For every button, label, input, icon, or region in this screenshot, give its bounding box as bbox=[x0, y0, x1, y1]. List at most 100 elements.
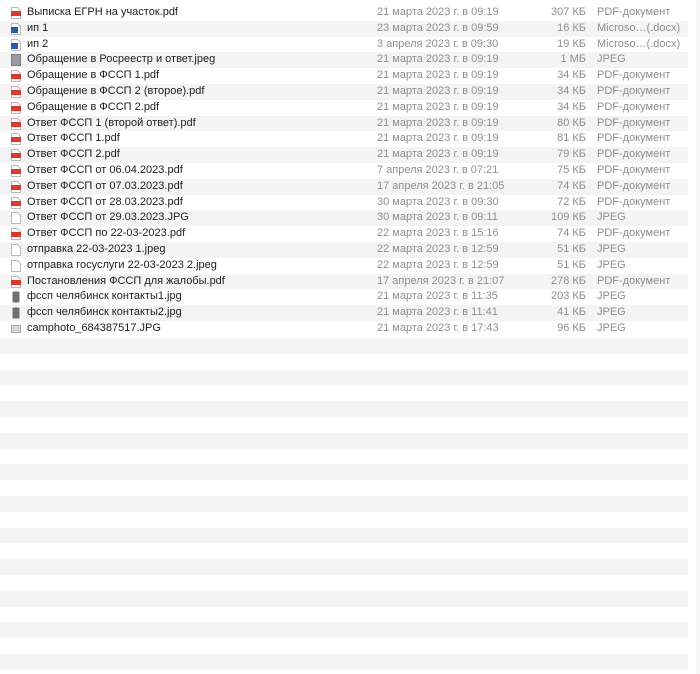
scrollbar[interactable] bbox=[696, 0, 700, 674]
file-kind: PDF-документ bbox=[597, 274, 671, 287]
file-kind: JPEG bbox=[597, 258, 626, 271]
file-date-modified: 21 марта 2023 г. в 09:19 bbox=[377, 148, 499, 161]
file-size: 34 КБ bbox=[557, 84, 586, 97]
file-row[interactable]: Обращение в ФССП 2.pdf 21 марта 2023 г. в… bbox=[0, 100, 688, 116]
file-kind: PDF-документ bbox=[597, 195, 671, 208]
file-row[interactable]: Ответ ФССП от 29.03.2023.JPG 30 марта 202… bbox=[0, 210, 688, 227]
file-row[interactable]: Обращение в ФССП 2 (второе).pdf 21 марта … bbox=[0, 83, 688, 100]
file-name: Постановления ФССП для жалобы.pdf bbox=[27, 274, 225, 287]
file-list: Выписка ЕГРН на участок.pdf 21 марта 2023… bbox=[0, 5, 688, 337]
file-size: 79 КБ bbox=[557, 148, 586, 161]
file-date-modified: 7 апреля 2023 г. в 07:21 bbox=[377, 163, 499, 176]
empty-row bbox=[0, 495, 688, 512]
pdf-icon bbox=[11, 228, 21, 241]
file-name: ип 1 bbox=[27, 21, 49, 34]
file-kind: PDF-документ bbox=[597, 227, 671, 240]
file-kind: JPEG bbox=[597, 242, 626, 255]
file-kind: PDF-документ bbox=[597, 6, 671, 18]
file-size: 16 КБ bbox=[557, 21, 586, 34]
empty-row bbox=[0, 607, 688, 623]
file-size: 203 КБ bbox=[550, 290, 586, 303]
empty-row bbox=[0, 354, 688, 370]
file-size: 80 КБ bbox=[557, 116, 586, 129]
file-name: Ответ ФССП от 29.03.2023.JPG bbox=[27, 211, 189, 224]
file-date-modified: 21 марта 2023 г. в 17:43 bbox=[377, 321, 499, 334]
file-name: отправка госуслуги 22-03-2023 2.jpeg bbox=[27, 258, 217, 271]
file-row[interactable]: Выписка ЕГРН на участок.pdf 21 марта 2023… bbox=[0, 5, 688, 21]
file-size: 307 КБ bbox=[550, 6, 586, 18]
file-date-modified: 21 марта 2023 г. в 09:19 bbox=[377, 100, 499, 113]
file-date-modified: 21 марта 2023 г. в 09:19 bbox=[377, 6, 499, 18]
file-row[interactable]: ип 2 3 апреля 2023 г. в 09:30 19 КБ Microso… bbox=[0, 37, 688, 53]
file-row[interactable]: фссп челябинск контакты2.jpg 21 марта 202… bbox=[0, 305, 688, 321]
file-size: 34 КБ bbox=[557, 100, 586, 113]
file-row[interactable]: Ответ ФССП по 22-03-2023.pdf 22 марта 202… bbox=[0, 226, 688, 242]
file-row[interactable]: Обращение в Росреестр и ответ.jpeg 21 мар… bbox=[0, 52, 688, 69]
file-date-modified: 21 марта 2023 г. в 09:19 bbox=[377, 53, 499, 66]
file-row[interactable]: Постановления ФССП для жалобы.pdf 17 апре… bbox=[0, 273, 688, 290]
file-row[interactable]: отправка 22-03-2023 1.jpeg 22 марта 2023 … bbox=[0, 241, 688, 258]
doc-blank-icon bbox=[11, 243, 21, 256]
file-date-modified: 23 марта 2023 г. в 09:59 bbox=[377, 21, 499, 34]
file-row[interactable]: Ответ ФССП от 07.03.2023.pdf 17 апреля 20… bbox=[0, 178, 688, 195]
file-kind: JPEG bbox=[597, 290, 626, 303]
file-kind: PDF-документ bbox=[597, 148, 671, 161]
file-size: 109 КБ bbox=[550, 211, 586, 224]
file-date-modified: 21 марта 2023 г. в 11:41 bbox=[377, 306, 498, 319]
empty-row bbox=[0, 653, 688, 670]
file-size: 81 КБ bbox=[557, 132, 586, 145]
pdf-icon bbox=[11, 101, 21, 114]
file-size: 41 КБ bbox=[557, 306, 586, 319]
empty-row bbox=[0, 638, 688, 654]
file-row[interactable]: фссп челябинск контакты1.jpg 21 марта 202… bbox=[0, 289, 688, 305]
file-row[interactable]: Обращение в ФССП 1.pdf 21 марта 2023 г. в… bbox=[0, 68, 688, 84]
file-kind: PDF-документ bbox=[597, 163, 671, 176]
empty-row bbox=[0, 464, 688, 481]
file-kind: PDF-документ bbox=[597, 100, 671, 113]
phone-image-icon bbox=[11, 307, 21, 319]
file-row[interactable]: Ответ ФССП 1.pdf 21 марта 2023 г. в 09:19… bbox=[0, 131, 688, 147]
file-kind: JPEG bbox=[597, 306, 626, 319]
file-size: 34 КБ bbox=[557, 69, 586, 82]
file-size: 51 КБ bbox=[557, 242, 586, 255]
file-kind: JPEG bbox=[597, 321, 626, 334]
file-name: Ответ ФССП 1.pdf bbox=[27, 132, 120, 145]
file-row[interactable]: Ответ ФССП от 28.03.2023.pdf 30 марта 202… bbox=[0, 195, 688, 211]
file-date-modified: 22 марта 2023 г. в 12:59 bbox=[377, 258, 499, 271]
file-size: 51 КБ bbox=[557, 258, 586, 271]
file-row[interactable]: ип 1 23 марта 2023 г. в 09:59 16 КБ Microso… bbox=[0, 20, 688, 37]
empty-row bbox=[0, 622, 688, 639]
phone-image-icon bbox=[11, 291, 21, 303]
file-date-modified: 17 апреля 2023 г. в 21:05 bbox=[377, 179, 505, 192]
empty-row bbox=[0, 385, 688, 401]
file-row[interactable]: Ответ ФССП от 06.04.2023.pdf 7 апреля 202… bbox=[0, 163, 688, 179]
file-kind: JPEG bbox=[597, 53, 626, 66]
file-name: Обращение в ФССП 2 (второе).pdf bbox=[27, 84, 205, 97]
file-date-modified: 22 марта 2023 г. в 15:16 bbox=[377, 227, 499, 240]
pdf-icon bbox=[11, 70, 21, 83]
pdf-icon bbox=[11, 149, 21, 162]
file-kind: PDF-документ bbox=[597, 69, 671, 82]
file-size: 1 МБ bbox=[560, 53, 586, 66]
file-date-modified: 30 марта 2023 г. в 09:11 bbox=[377, 211, 498, 224]
pdf-icon bbox=[11, 180, 21, 193]
empty-list-area bbox=[0, 338, 688, 670]
file-row[interactable]: Ответ ФССП 1 (второй ответ).pdf 21 марта … bbox=[0, 115, 688, 132]
empty-row bbox=[0, 590, 688, 607]
file-name: Обращение в ФССП 1.pdf bbox=[27, 69, 160, 82]
file-row[interactable]: отправка госуслуги 22-03-2023 2.jpeg 22 м… bbox=[0, 258, 688, 274]
file-size: 74 КБ bbox=[557, 227, 586, 240]
file-size: 96 КБ bbox=[557, 321, 586, 334]
file-size: 74 КБ bbox=[557, 179, 586, 192]
file-kind: Microso…(.docx) bbox=[597, 37, 681, 50]
empty-row bbox=[0, 401, 688, 417]
empty-row bbox=[0, 575, 688, 591]
pdf-icon bbox=[11, 7, 21, 19]
pdf-icon bbox=[11, 133, 21, 146]
file-name: отправка 22-03-2023 1.jpeg bbox=[27, 242, 166, 255]
empty-row bbox=[0, 449, 688, 465]
file-name: Ответ ФССП от 06.04.2023.pdf bbox=[27, 163, 183, 176]
file-row[interactable]: camphoto_684387517.JPG 21 марта 2023 г. в… bbox=[0, 321, 688, 337]
pdf-icon bbox=[11, 275, 21, 288]
file-row[interactable]: Ответ ФССП 2.pdf 21 марта 2023 г. в 09:19… bbox=[0, 147, 688, 163]
